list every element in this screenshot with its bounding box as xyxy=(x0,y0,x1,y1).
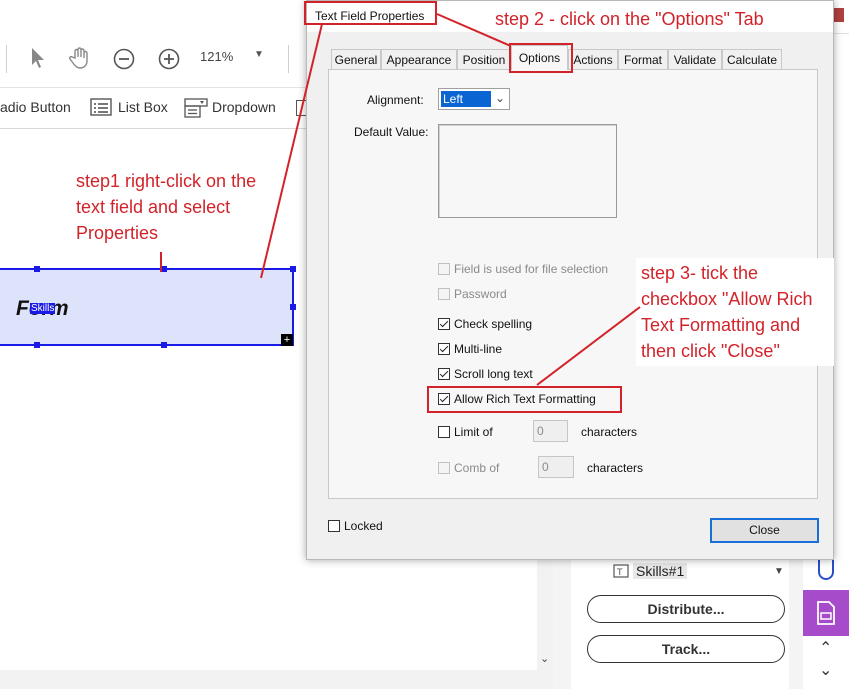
step3-annotation: step 3- tick the checkbox "Allow Rich Te… xyxy=(641,260,846,364)
password-label: Password xyxy=(454,287,507,301)
locked-checkbox[interactable] xyxy=(328,520,340,532)
step3-line-2: checkbox "Allow Rich xyxy=(641,289,813,309)
check-spelling-label: Check spelling xyxy=(454,317,533,331)
form-tools-bar: adio Button List Box Dropdown xyxy=(0,88,310,129)
tab-options[interactable]: Options xyxy=(511,45,568,70)
limit-value: 0 xyxy=(537,424,544,438)
fields-panel: T Skills#1 ▼ Distribute... Track... ⌃ ⌄ xyxy=(553,560,849,689)
alignment-label: Alignment: xyxy=(367,93,424,107)
chevron-up-icon[interactable]: ⌃ xyxy=(819,638,832,658)
tab-appearance[interactable]: Appearance xyxy=(381,49,457,69)
title-highlight-box xyxy=(304,1,437,25)
limit-of-checkbox[interactable] xyxy=(438,426,450,438)
tab-general[interactable]: General xyxy=(331,49,381,69)
locked-label: Locked xyxy=(344,519,383,533)
toolbar-divider xyxy=(6,45,7,73)
file-selection-checkbox[interactable] xyxy=(438,263,450,275)
toolbar-divider xyxy=(288,45,289,73)
multiline-label: Multi-line xyxy=(454,342,503,356)
multiline-checkbox[interactable] xyxy=(438,343,450,355)
comb-of-checkbox[interactable] xyxy=(438,462,450,474)
comb-value-input[interactable]: 0 xyxy=(538,456,574,478)
list-box-tool[interactable]: List Box xyxy=(118,99,168,115)
tab-calculate[interactable]: Calculate xyxy=(722,49,782,69)
resize-handle[interactable] xyxy=(161,342,167,348)
scroll-long-text-checkbox[interactable] xyxy=(438,368,450,380)
comb-characters-label: characters xyxy=(587,461,644,475)
tab-actions[interactable]: Actions xyxy=(568,49,618,69)
radio-button-tool[interactable]: adio Button xyxy=(0,99,71,115)
svg-text:T: T xyxy=(616,568,623,578)
partial-tool-icon[interactable] xyxy=(296,100,306,116)
text-field-icon: T xyxy=(613,564,629,578)
step3-line-1: step 3- tick the xyxy=(641,263,759,283)
distribute-button[interactable]: Distribute... xyxy=(587,595,785,623)
select-cursor-icon[interactable] xyxy=(30,47,46,69)
text-field-skills[interactable]: Form Skills + xyxy=(0,266,296,348)
tab-validate[interactable]: Validate xyxy=(668,49,722,69)
track-button[interactable]: Track... xyxy=(587,635,785,663)
default-value-textarea[interactable] xyxy=(438,124,617,218)
step1-line-3: Properties xyxy=(76,223,159,243)
password-checkbox[interactable] xyxy=(438,288,450,300)
horizontal-scrollbar[interactable] xyxy=(0,670,553,689)
scroll-down-icon[interactable]: ⌄ xyxy=(540,652,549,665)
expand-plus-icon[interactable]: + xyxy=(281,334,293,346)
hand-tool-icon[interactable] xyxy=(68,46,92,70)
limit-characters-label: characters xyxy=(581,425,638,439)
chevron-down-icon[interactable]: ▼ xyxy=(774,566,784,577)
resize-handle[interactable] xyxy=(290,266,296,272)
main-toolbar: 121% ▼ xyxy=(0,33,310,88)
scroll-long-text-label: Scroll long text xyxy=(454,367,533,381)
file-selection-label: Field is used for file selection xyxy=(454,262,609,276)
chevron-down-icon: ▼ xyxy=(254,49,264,60)
default-value-label: Default Value: xyxy=(354,125,429,139)
annotation-marker xyxy=(160,252,162,272)
limit-of-label: Limit of xyxy=(454,425,493,439)
right-divider xyxy=(834,33,849,34)
step3-line-3: Text Formatting and xyxy=(641,315,801,335)
list-box-icon[interactable] xyxy=(90,98,112,116)
zoom-level-value: 121% xyxy=(200,49,234,64)
alignment-select[interactable]: Left ⌄ xyxy=(438,88,510,110)
limit-value-input[interactable]: 0 xyxy=(533,420,568,442)
resize-handle[interactable] xyxy=(34,266,40,272)
field-name-tag: Skills xyxy=(30,303,56,314)
tab-format[interactable]: Format xyxy=(618,49,668,69)
chevron-down-icon[interactable]: ⌄ xyxy=(819,660,832,680)
step2-annotation: step 2 - click on the "Options" Tab xyxy=(495,9,764,29)
dropdown-tool[interactable]: Dropdown xyxy=(212,99,276,115)
comb-value: 0 xyxy=(542,460,549,474)
resize-handle[interactable] xyxy=(290,304,296,310)
form-document-icon xyxy=(817,601,835,625)
check-spelling-checkbox[interactable] xyxy=(438,318,450,330)
step1-line-1: step1 right-click on the xyxy=(76,171,257,191)
resize-handle[interactable] xyxy=(34,342,40,348)
zoom-in-icon[interactable] xyxy=(158,48,180,70)
prepare-form-tool[interactable] xyxy=(803,590,849,636)
panel-inner xyxy=(571,560,789,689)
close-button[interactable]: Close xyxy=(710,518,819,543)
close-button-label: Close xyxy=(749,523,780,537)
field-list-item[interactable]: Skills#1 xyxy=(633,563,688,579)
rich-text-highlight-box xyxy=(427,386,622,413)
chevron-down-icon: ⌄ xyxy=(495,91,506,105)
comment-tool-icon[interactable] xyxy=(816,560,836,582)
dropdown-icon[interactable] xyxy=(184,98,208,118)
step1-line-2: text field and select xyxy=(76,197,231,217)
step3-line-4: then click "Close" xyxy=(641,341,780,361)
vertical-scrollbar[interactable]: ⌄ xyxy=(537,560,553,670)
tab-position[interactable]: Position xyxy=(457,49,511,69)
comb-of-label: Comb of xyxy=(454,461,500,475)
alignment-value: Left xyxy=(441,91,491,107)
zoom-out-button-icon[interactable] xyxy=(113,48,135,70)
step1-annotation: step1 right-click on the text field and … xyxy=(76,168,306,246)
zoom-level-select[interactable]: 121% ▼ xyxy=(200,49,270,69)
